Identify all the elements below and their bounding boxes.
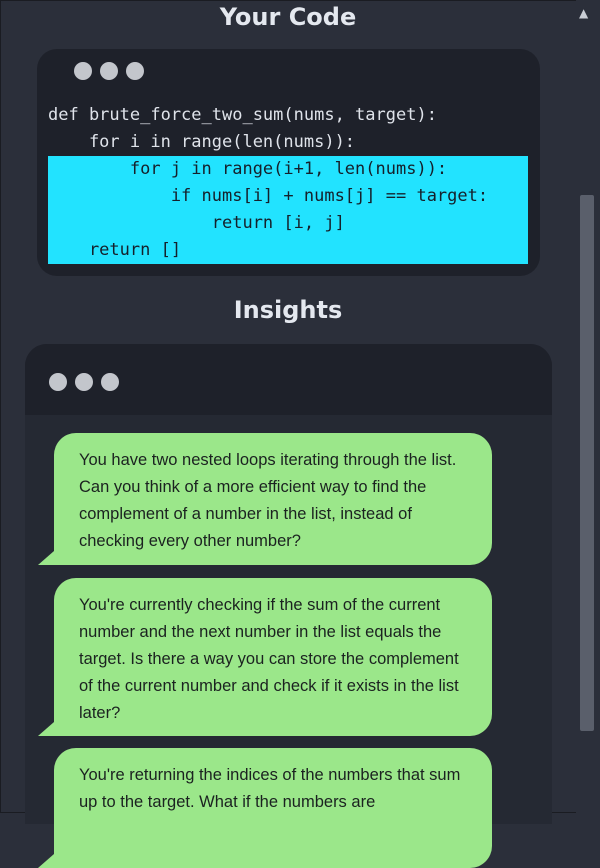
insight-bubble: You're currently checking if the sum of … <box>38 578 492 736</box>
dot-icon <box>101 373 119 391</box>
window-dots-icon <box>49 373 119 391</box>
insight-bubble: You're returning the indices of the numb… <box>38 748 492 868</box>
code-line-highlighted: if nums[i] + nums[j] == target: <box>48 186 489 206</box>
code-line-highlighted: return [] <box>48 240 182 260</box>
code-line: for i in range(len(nums)): <box>48 132 356 152</box>
window-dots-icon <box>74 62 144 80</box>
insights-header <box>25 344 552 415</box>
code-block: def brute_force_two_sum(nums, target): f… <box>48 102 488 264</box>
dot-icon <box>74 62 92 80</box>
dot-icon <box>126 62 144 80</box>
insights-title: Insights <box>233 296 343 324</box>
dot-icon <box>75 373 93 391</box>
code-line-highlighted: for j in range(i+1, len(nums)): <box>48 159 448 179</box>
dot-icon <box>100 62 118 80</box>
dot-icon <box>49 373 67 391</box>
insight-bubble: You have two nested loops iterating thro… <box>38 433 492 565</box>
your-code-title: Your Code <box>219 3 357 31</box>
code-line: def brute_force_two_sum(nums, target): <box>48 105 437 125</box>
scroll-up-icon[interactable]: ▲ <box>579 6 588 20</box>
scrollbar-thumb[interactable] <box>580 195 594 731</box>
code-line-highlighted: return [i, j] <box>48 213 345 233</box>
